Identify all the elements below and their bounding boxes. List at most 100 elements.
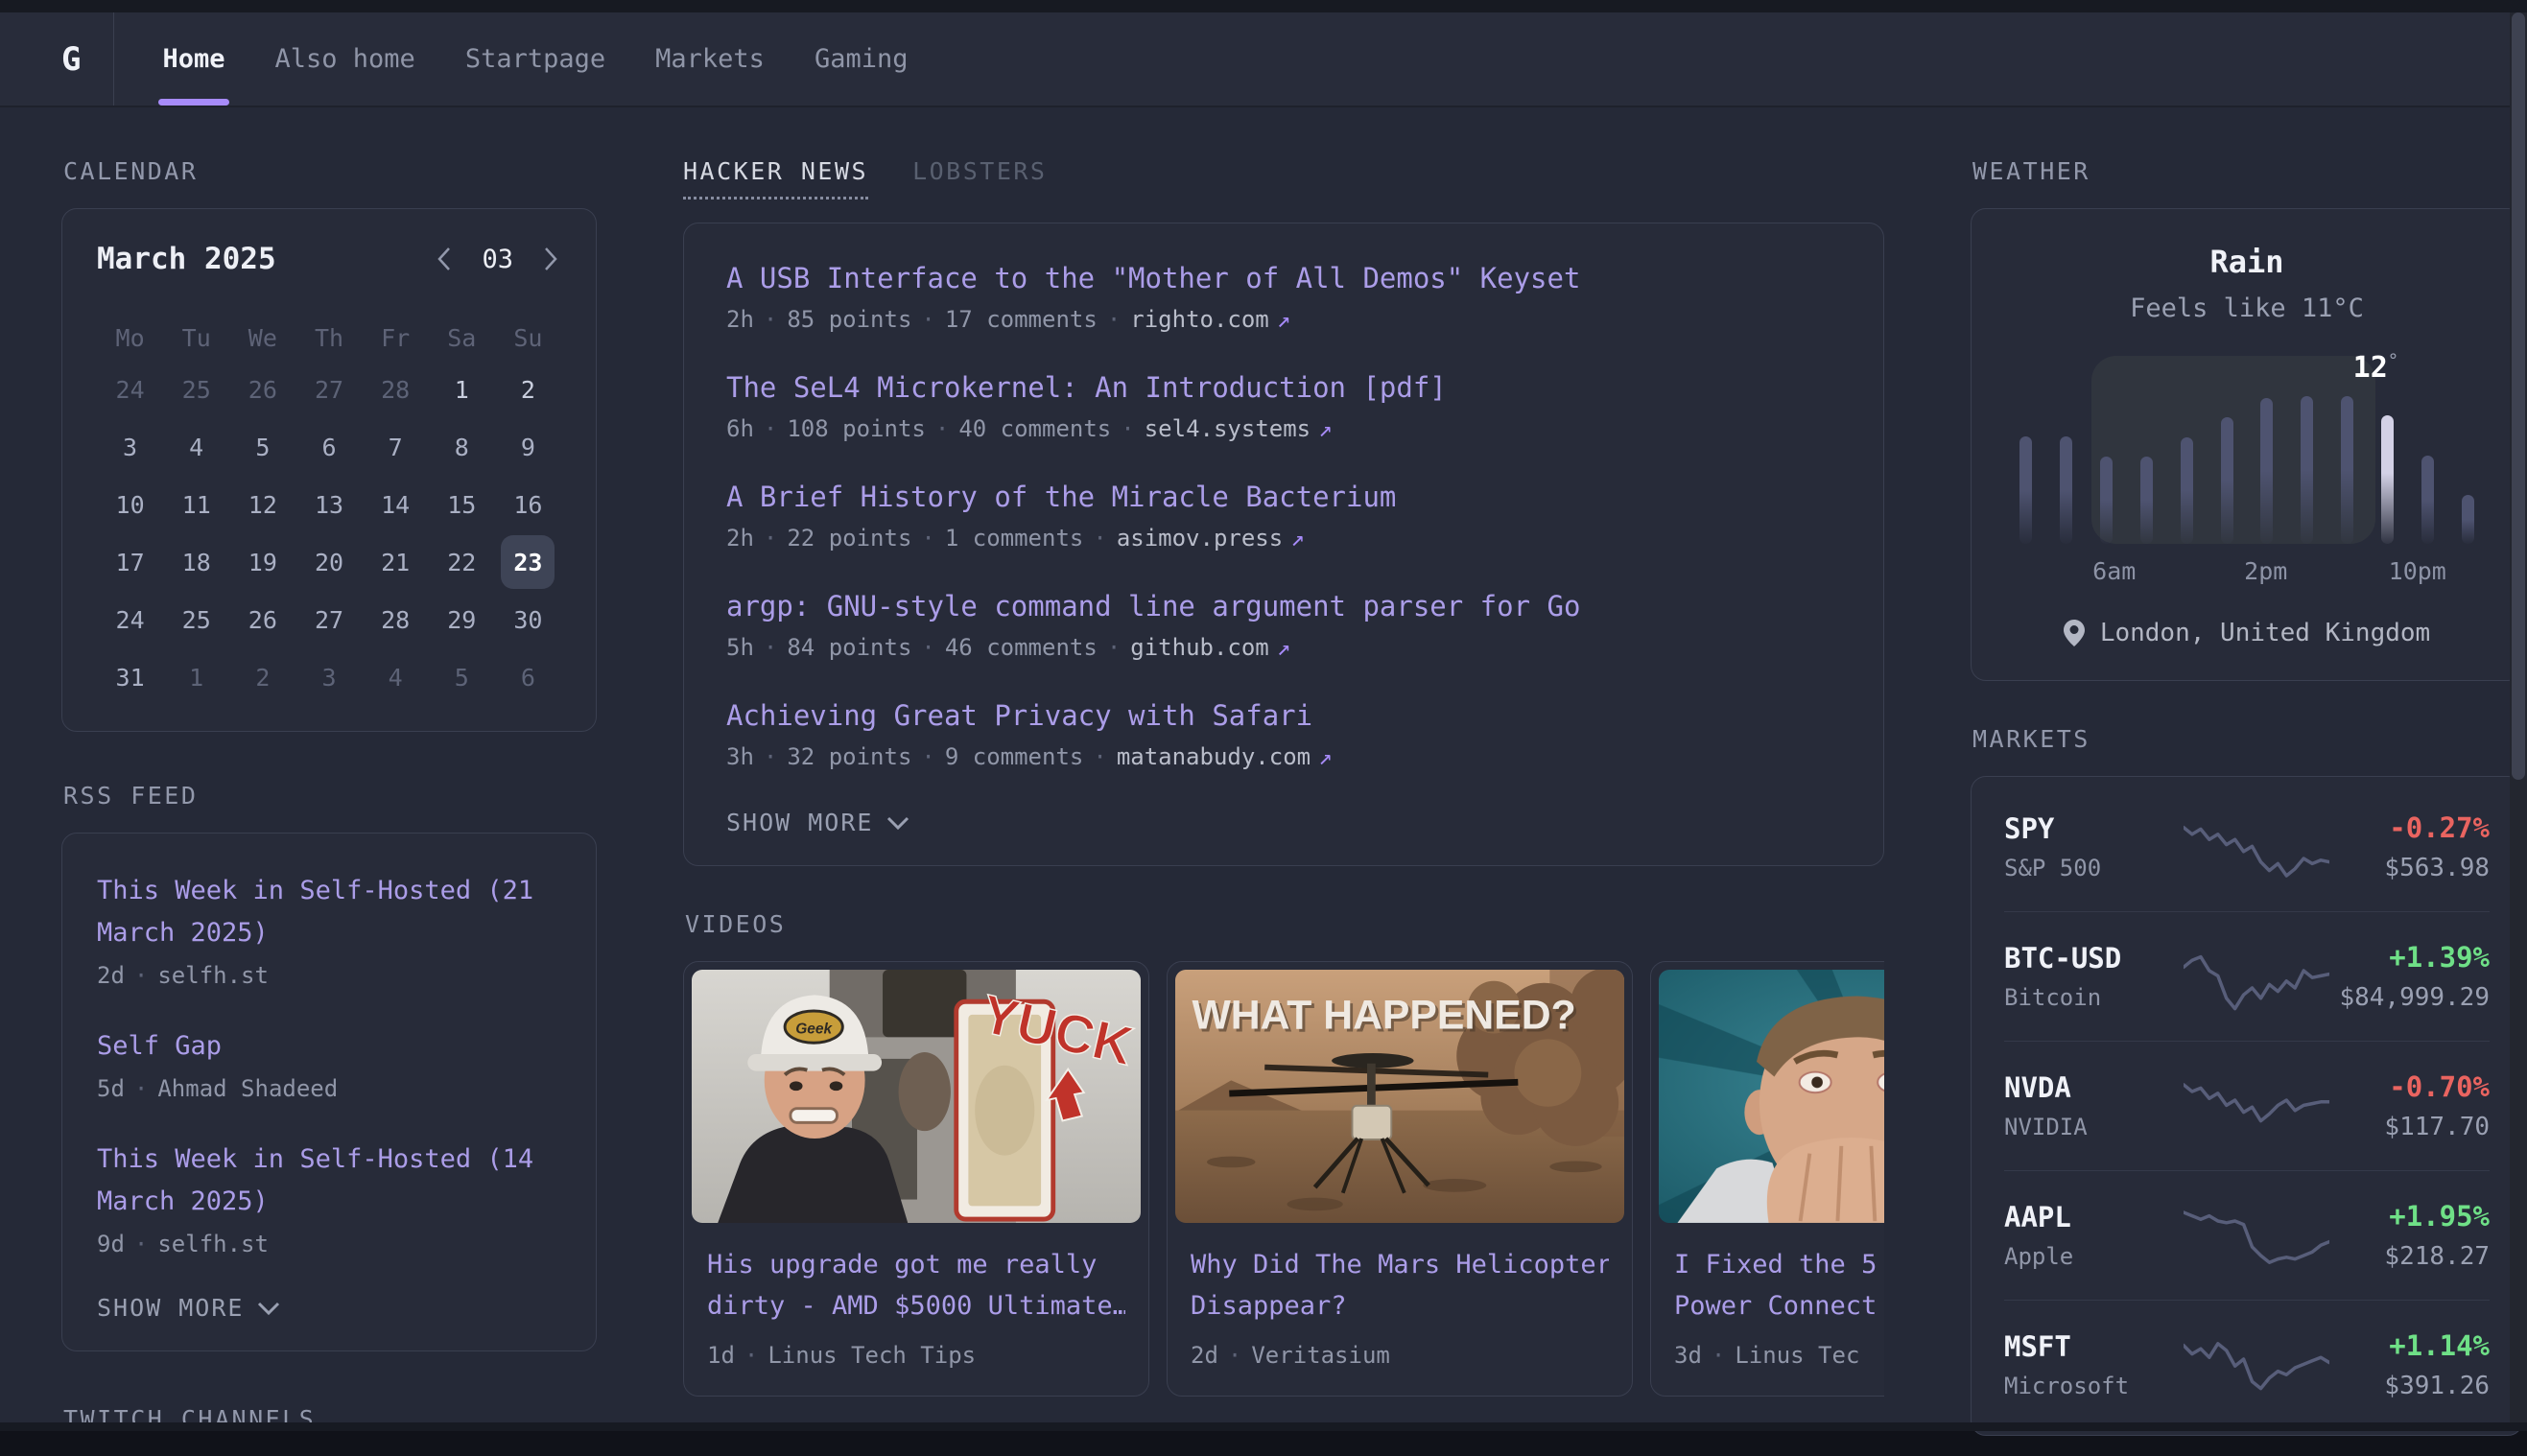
scrollbar-thumb[interactable]	[2512, 12, 2525, 780]
video-channel[interactable]: Veritasium	[1251, 1342, 1390, 1369]
app-logo[interactable]: G	[61, 40, 81, 79]
calendar-day[interactable]: 4	[163, 418, 229, 476]
video-channel[interactable]: Linus Tech Tips	[768, 1342, 976, 1369]
calendar-day[interactable]: 24	[97, 591, 163, 648]
news-widget: A USB Interface to the "Mother of All De…	[683, 223, 1884, 866]
calendar-day[interactable]: 14	[363, 476, 429, 533]
market-price: $117.70	[2336, 1113, 2490, 1141]
calendar-day[interactable]: 6	[295, 418, 362, 476]
calendar-day[interactable]: 30	[495, 591, 561, 648]
calendar-day[interactable]: 27	[295, 591, 362, 648]
calendar-day[interactable]: 19	[229, 533, 295, 591]
calendar-day[interactable]: 1	[163, 648, 229, 706]
calendar-next-icon[interactable]	[540, 245, 561, 273]
calendar-day[interactable]: 12	[229, 476, 295, 533]
calendar-prev-icon[interactable]	[434, 245, 455, 273]
video-title-link[interactable]: Why Did The Mars HelicopterDisappear?	[1175, 1223, 1624, 1327]
calendar-day[interactable]: 23	[495, 533, 561, 591]
news-title-link[interactable]: A USB Interface to the "Mother of All De…	[726, 262, 1841, 294]
news-domain-link[interactable]: matanabudy.com	[1117, 743, 1311, 770]
calendar-day[interactable]: 1	[429, 361, 495, 418]
calendar-day[interactable]: 7	[363, 418, 429, 476]
nav-tab-markets[interactable]: Markets	[655, 12, 765, 106]
video-thumbnail[interactable]: Geek YUCK	[692, 970, 1141, 1223]
market-row-aapl[interactable]: AAPL Apple+1.95% $218.27	[2004, 1170, 2490, 1300]
calendar-day[interactable]: 3	[97, 418, 163, 476]
video-title-link[interactable]: I Fixed the 5Power Connect	[1659, 1223, 1884, 1327]
news-comments[interactable]: 9 comments	[945, 743, 1084, 770]
news-title-link[interactable]: Achieving Great Privacy with Safari	[726, 699, 1841, 732]
rss-show-more-button[interactable]: SHOW MORE	[97, 1294, 561, 1322]
news-comments[interactable]: 17 comments	[945, 306, 1098, 333]
market-row-nvda[interactable]: NVDA NVIDIA-0.70% $117.70	[2004, 1041, 2490, 1170]
calendar-day[interactable]: 17	[97, 533, 163, 591]
market-row-btc-usd[interactable]: BTC-USD Bitcoin+1.39% $84,999.29	[2004, 911, 2490, 1041]
news-item: The SeL4 Microkernel: An Introduction [p…	[726, 371, 1841, 442]
video-thumbnail[interactable]: WHAT HAPPENED? WHAT HAPPENED?	[1175, 970, 1624, 1223]
news-domain-link[interactable]: github.com	[1130, 634, 1269, 661]
calendar-day[interactable]: 24	[97, 361, 163, 418]
calendar-day[interactable]: 21	[363, 533, 429, 591]
calendar-day[interactable]: 28	[363, 361, 429, 418]
nav-tab-home[interactable]: Home	[162, 12, 224, 106]
calendar-day[interactable]: 20	[295, 533, 362, 591]
calendar-day[interactable]: 29	[429, 591, 495, 648]
news-title-link[interactable]: argp: GNU-style command line argument pa…	[726, 590, 1841, 622]
calendar-day[interactable]: 2	[495, 361, 561, 418]
calendar-day[interactable]: 25	[163, 591, 229, 648]
video-thumbnail[interactable]: DO TH T	[1659, 970, 1884, 1223]
calendar-day[interactable]: 27	[295, 361, 362, 418]
nav-tab-also-home[interactable]: Also home	[275, 12, 415, 106]
calendar-day[interactable]: 3	[295, 648, 362, 706]
video-card[interactable]: Geek YUCK His upgrade got me reallydirty…	[683, 961, 1149, 1397]
rss-item-link[interactable]: Self Gap	[97, 1025, 561, 1068]
calendar-day[interactable]: 25	[163, 361, 229, 418]
calendar-day[interactable]: 26	[229, 361, 295, 418]
calendar-day[interactable]: 26	[229, 591, 295, 648]
calendar-day[interactable]: 13	[295, 476, 362, 533]
calendar-day[interactable]: 15	[429, 476, 495, 533]
calendar-day[interactable]: 4	[363, 648, 429, 706]
news-comments[interactable]: 1 comments	[945, 525, 1084, 552]
calendar-weekday: Su	[495, 315, 561, 361]
news-show-more-button[interactable]: SHOW MORE	[726, 809, 1841, 836]
rss-item-link[interactable]: This Week in Self-Hosted (21 March 2025)	[97, 870, 561, 954]
weather-bars	[2019, 396, 2474, 544]
market-row-msft[interactable]: MSFT Microsoft+1.14% $391.26	[2004, 1300, 2490, 1429]
calendar-day[interactable]: 18	[163, 533, 229, 591]
news-tab-hacker-news[interactable]: HACKER NEWS	[683, 157, 868, 200]
calendar-day[interactable]: 10	[97, 476, 163, 533]
nav-tab-gaming[interactable]: Gaming	[815, 12, 909, 106]
nav-tab-startpage[interactable]: Startpage	[465, 12, 605, 106]
rss-item-link[interactable]: This Week in Self-Hosted (14 March 2025)	[97, 1139, 561, 1223]
news-title-link[interactable]: A Brief History of the Miracle Bacterium	[726, 481, 1841, 513]
market-row-spy[interactable]: SPY S&P 500-0.27% $563.98	[2004, 783, 2490, 911]
news-domain-link[interactable]: sel4.systems	[1145, 415, 1311, 442]
calendar-day[interactable]: 16	[495, 476, 561, 533]
calendar-day[interactable]: 11	[163, 476, 229, 533]
calendar-day[interactable]: 9	[495, 418, 561, 476]
news-comments[interactable]: 40 comments	[958, 415, 1111, 442]
news-title-link[interactable]: The SeL4 Microkernel: An Introduction [p…	[726, 371, 1841, 404]
calendar-day[interactable]: 31	[97, 648, 163, 706]
calendar-day[interactable]: 6	[495, 648, 561, 706]
calendar-day[interactable]: 8	[429, 418, 495, 476]
calendar-day[interactable]: 5	[229, 418, 295, 476]
calendar-day-selected[interactable]: 23	[501, 535, 555, 589]
market-sparkline	[2184, 941, 2329, 1012]
news-domain-link[interactable]: righto.com	[1130, 306, 1269, 333]
calendar-day[interactable]: 28	[363, 591, 429, 648]
video-card[interactable]: WHAT HAPPENED? WHAT HAPPENED? Why Did Th…	[1167, 961, 1633, 1397]
weather-bar	[2221, 417, 2233, 544]
calendar-day[interactable]: 22	[429, 533, 495, 591]
market-labels: BTC-USD Bitcoin	[2004, 942, 2177, 1011]
news-comments[interactable]: 46 comments	[945, 634, 1098, 661]
video-card[interactable]: DO TH T I Fixed the 5Power Connect3d·Lin…	[1650, 961, 1884, 1397]
calendar-day[interactable]: 5	[429, 648, 495, 706]
video-channel[interactable]: Linus Tec	[1735, 1342, 1859, 1369]
video-time: 3d	[1674, 1342, 1702, 1369]
video-title-link[interactable]: His upgrade got me reallydirty - AMD $50…	[692, 1223, 1141, 1327]
news-domain-link[interactable]: asimov.press	[1117, 525, 1283, 552]
calendar-day[interactable]: 2	[229, 648, 295, 706]
news-tab-lobsters[interactable]: LOBSTERS	[912, 157, 1047, 200]
